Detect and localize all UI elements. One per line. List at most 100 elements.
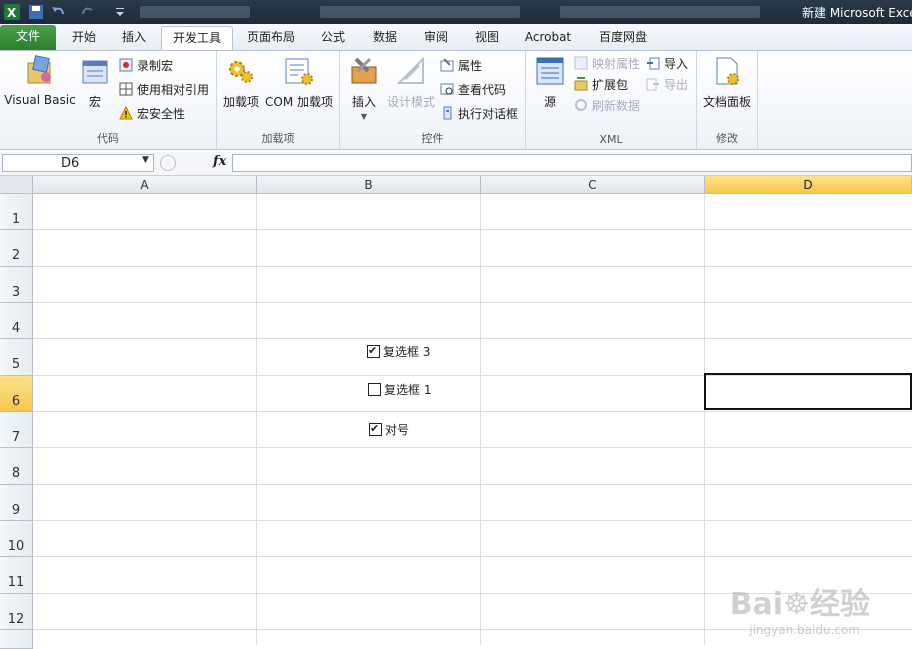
map-properties-button[interactable]: 映射属性	[574, 54, 640, 74]
row-header-13[interactable]	[0, 630, 33, 649]
formula-input[interactable]	[232, 154, 912, 172]
com-addins-button[interactable]: COM 加载项	[263, 55, 335, 110]
tab-developer[interactable]: 开发工具	[161, 26, 233, 51]
tab-acrobat[interactable]: Acrobat	[517, 26, 579, 50]
visual-basic-icon	[24, 55, 56, 87]
document-panel-button[interactable]: 文档面板	[699, 55, 755, 110]
row-header-11[interactable]: 11	[0, 557, 33, 594]
checkmark-icon: ✔	[370, 422, 380, 435]
grid-line	[33, 520, 912, 521]
tab-review[interactable]: 审阅	[413, 26, 459, 50]
tab-baidu-netdisk[interactable]: 百度网盘	[588, 26, 658, 50]
row-header-3[interactable]: 3	[0, 267, 33, 303]
column-header-b[interactable]: B	[257, 176, 481, 194]
checkbox-label: 复选框 1	[384, 383, 432, 397]
checkbox-control[interactable]: ✔ 对号	[369, 422, 409, 438]
worksheet-grid[interactable]: A B C D 1 2 3 4 5 6 7 8 9 10 11 12 ✔ 复选框 …	[0, 176, 912, 649]
row-header-7[interactable]: 7	[0, 412, 33, 448]
addins-label: 加载项	[222, 95, 259, 109]
properties-icon	[440, 58, 454, 72]
active-cell-d6[interactable]	[704, 373, 912, 410]
excel-app-icon[interactable]: X	[4, 4, 20, 20]
run-dialog-button[interactable]: 执行对话框	[440, 104, 518, 124]
visual-basic-button[interactable]: Visual Basic	[4, 55, 76, 107]
checkbox-label: 对号	[385, 423, 410, 437]
row-header-12[interactable]: 12	[0, 594, 33, 630]
relative-reference-button[interactable]: 使用相对引用	[119, 80, 209, 100]
checkmark-icon: ✔	[368, 344, 378, 357]
grid-line	[33, 484, 912, 485]
refresh-data-button[interactable]: 刷新数据	[574, 96, 640, 116]
grid-line	[33, 447, 912, 448]
run-dialog-icon	[440, 106, 454, 120]
tab-home[interactable]: 开始	[58, 26, 110, 50]
tab-view[interactable]: 视图	[464, 26, 510, 50]
grid-line	[480, 194, 481, 645]
tab-data[interactable]: 数据	[362, 26, 408, 50]
row-header-1[interactable]: 1	[0, 194, 33, 230]
row-header-4[interactable]: 4	[0, 303, 33, 339]
column-header-c[interactable]: C	[481, 176, 705, 194]
group-xml-label: XML	[599, 133, 623, 146]
document-panel-label: 文档面板	[702, 95, 751, 109]
design-mode-button[interactable]: 设计模式	[386, 55, 436, 110]
checkbox-box[interactable]: ✔	[369, 422, 382, 436]
row-header-9[interactable]: 9	[0, 485, 33, 521]
grid-line	[33, 229, 912, 230]
export-icon	[646, 77, 660, 91]
design-mode-icon	[395, 55, 427, 87]
macros-label: 宏	[88, 95, 101, 109]
undo-icon[interactable]	[50, 4, 66, 20]
properties-button[interactable]: 属性	[440, 56, 482, 76]
row-header-8[interactable]: 8	[0, 448, 33, 485]
tab-page-layout[interactable]: 页面布局	[238, 26, 304, 50]
expansion-packs-label: 扩展包	[592, 78, 629, 92]
map-properties-label: 映射属性	[592, 57, 641, 71]
column-header-d[interactable]: D	[705, 176, 912, 194]
checkbox-box[interactable]	[368, 383, 381, 396]
grid-line	[33, 593, 912, 594]
select-all-corner[interactable]	[0, 176, 33, 194]
tab-insert[interactable]: 插入	[110, 26, 158, 50]
macro-security-button[interactable]: 宏安全性	[119, 104, 185, 124]
title-bar: X 新建 Microsoft Exce	[0, 0, 912, 24]
checkbox-control[interactable]: 复选框 1	[368, 382, 431, 398]
save-icon[interactable]	[28, 4, 44, 20]
row-header-2[interactable]: 2	[0, 230, 33, 267]
chevron-down-icon: ▼	[360, 112, 368, 121]
view-code-button[interactable]: 查看代码	[440, 80, 506, 100]
xml-source-icon	[534, 55, 566, 87]
visual-basic-label: Visual Basic	[4, 93, 76, 107]
tab-file[interactable]: 文件	[0, 25, 56, 50]
xml-import-button[interactable]: 导入	[646, 54, 688, 74]
insert-function-button[interactable]: fx	[213, 154, 226, 169]
com-addins-label: COM 加载项	[265, 95, 333, 109]
redo-icon[interactable]	[80, 4, 96, 20]
insert-control-button[interactable]: 插入 ▼	[344, 55, 384, 121]
expansion-packs-button[interactable]: 扩展包	[574, 75, 628, 95]
properties-label: 属性	[458, 59, 483, 73]
xml-export-button[interactable]: 导出	[646, 75, 688, 95]
grid-line	[33, 629, 912, 630]
grid-line	[33, 411, 912, 412]
checkbox-box[interactable]: ✔	[367, 344, 380, 358]
formula-bar: D6 ▼ fx	[0, 152, 912, 176]
record-macro-label: 录制宏	[137, 59, 174, 73]
macros-button[interactable]: 宏	[78, 55, 112, 110]
row-header-5[interactable]: 5	[0, 339, 33, 376]
row-header-10[interactable]: 10	[0, 521, 33, 557]
formula-cancel-icon[interactable]	[160, 155, 176, 171]
addins-button[interactable]: 加载项	[221, 55, 261, 110]
row-header-6[interactable]: 6	[0, 376, 33, 412]
svg-text:X: X	[7, 6, 17, 20]
record-macro-button[interactable]: 录制宏	[119, 56, 173, 76]
xml-source-button[interactable]: 源	[532, 55, 568, 110]
name-box[interactable]: D6	[2, 154, 154, 172]
grid-line	[33, 556, 912, 557]
customize-quick-access-icon[interactable]	[112, 4, 128, 20]
blurred-title-region	[140, 6, 250, 18]
tab-formulas[interactable]: 公式	[310, 26, 356, 50]
checkbox-control[interactable]: ✔ 复选框 3	[367, 344, 430, 360]
name-box-dropdown-icon[interactable]: ▼	[142, 155, 149, 165]
column-header-a[interactable]: A	[33, 176, 257, 194]
